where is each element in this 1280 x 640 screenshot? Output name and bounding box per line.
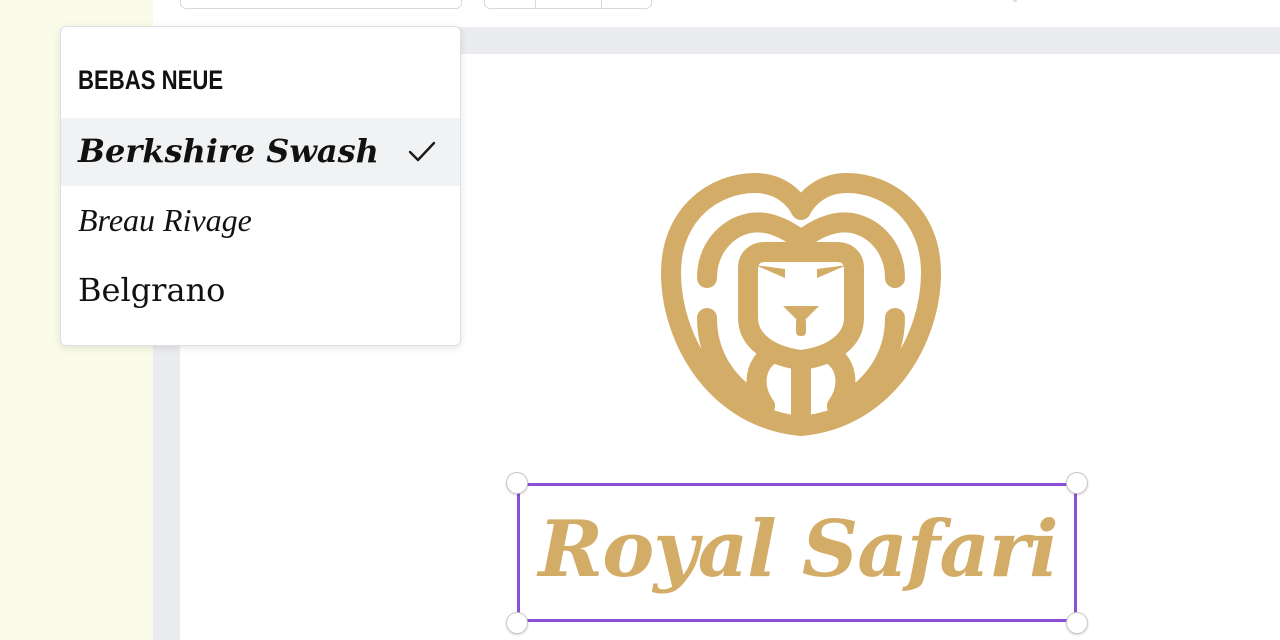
resize-handle-bottom-right[interactable] (1066, 612, 1088, 634)
font-option-label: Breau Rivage (78, 202, 252, 238)
resize-handle-top-left[interactable] (506, 472, 528, 494)
font-option-berkshire-swash[interactable]: Berkshire Swash (61, 118, 460, 186)
font-option-label: Berkshire Swash (78, 132, 379, 170)
font-size-decrease-divider (535, 0, 536, 8)
font-option-label: BEBAS NEUE (78, 65, 224, 95)
resize-handle-top-right[interactable] (1066, 472, 1088, 494)
text-selection-box[interactable] (517, 483, 1077, 622)
font-family-selector[interactable] (180, 0, 462, 9)
font-option-bebas-neue[interactable]: BEBAS NEUE (61, 49, 460, 117)
font-option-belgrano[interactable]: Belgrano (61, 255, 460, 323)
font-size-increase-divider (601, 0, 602, 8)
checkmark-icon (408, 141, 436, 162)
font-family-dropdown: BEBAS NEUE Berkshire Swash Breau Rivage … (60, 26, 461, 346)
font-size-stepper[interactable] (484, 0, 652, 9)
resize-handle-bottom-left[interactable] (506, 612, 528, 634)
font-option-breau-rivage[interactable]: Breau Rivage (61, 186, 460, 254)
lion-head-icon[interactable] (655, 168, 947, 448)
font-option-label: Belgrano (78, 271, 226, 309)
